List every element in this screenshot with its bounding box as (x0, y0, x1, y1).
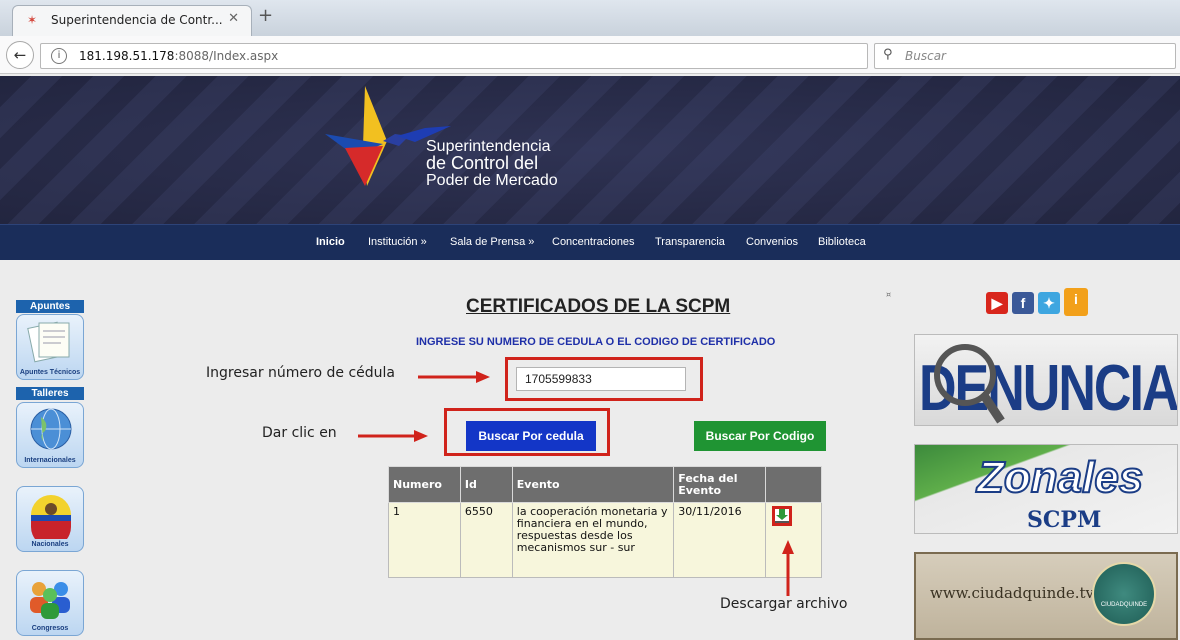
menu-item-inicio[interactable]: Inicio (316, 236, 345, 248)
apuntes-tecnicos-caption: Apuntes Técnicos (19, 369, 81, 376)
buscar-por-cedula-button[interactable]: Buscar Por cedula (466, 421, 596, 451)
arrow-up-icon (782, 540, 794, 596)
cell-fecha: 30/11/2016 (673, 502, 767, 578)
internacionales-tile[interactable]: Internacionales (16, 402, 84, 468)
browser-search-input[interactable]: ⚲ Buscar (874, 43, 1176, 69)
main-menu: Inicio Institución » Sala de Prensa » Co… (0, 224, 1180, 260)
menu-item-sala-de-prensa[interactable]: Sala de Prensa » (450, 236, 534, 248)
page: ✶ Superintendencia de Contr... ✕ + ← i 1… (0, 0, 1180, 640)
talleres-label: Talleres (16, 387, 84, 400)
table-row: 1 6550 la cooperación monetaria y financ… (388, 502, 822, 578)
ciudadquinde-logo-icon: CIUDADQUINDE (1092, 562, 1156, 626)
url-bar[interactable]: i 181.198.51.178:8088/Index.aspx ↻ (40, 43, 898, 69)
facebook-icon[interactable]: f (1012, 292, 1034, 314)
youtube-icon[interactable]: ▶ (986, 292, 1008, 314)
browser-tab-bar: ✶ Superintendencia de Contr... ✕ + (0, 0, 1180, 36)
ciudadquinde-logo-text: CIUDADQUINDE (1100, 602, 1148, 608)
back-button[interactable]: ← (6, 41, 34, 69)
menu-item-concentraciones[interactable]: Concentraciones (552, 236, 635, 248)
internacionales-caption: Internacionales (24, 457, 76, 464)
nacionales-caption: Nacionales (31, 541, 69, 548)
congresos-tile[interactable]: Congresos (16, 570, 84, 636)
zonales-banner[interactable]: Zonales SCPM (914, 444, 1178, 534)
url-path: :8088/Index.aspx (174, 49, 279, 63)
download-icon[interactable] (772, 506, 793, 526)
issuu-icon[interactable]: i (1064, 288, 1088, 316)
apuntes-label: Apuntes (16, 300, 84, 313)
browser-tab[interactable]: ✶ Superintendencia de Contr... ✕ (12, 5, 252, 36)
people-icon (30, 582, 70, 619)
hint-descargar-archivo: Descargar archivo (720, 596, 848, 612)
results-table: Numero Id Evento Fecha del Evento 1 6550… (388, 466, 822, 578)
header-numero: Numero (388, 466, 461, 503)
header-evento: Evento (511, 466, 675, 503)
cell-evento: la cooperación monetaria y financiera en… (511, 502, 675, 578)
url-host: 181.198.51.178 (79, 49, 175, 63)
menu-item-institucion[interactable]: Institución » (368, 236, 427, 248)
cedula-input[interactable]: 1705599833 (516, 367, 686, 391)
nacionales-tile[interactable]: Nacionales (16, 486, 84, 552)
favicon-icon: ✶ (27, 13, 38, 27)
zonales-subtext: SCPM (1027, 507, 1102, 533)
download-arrow-icon (775, 509, 790, 523)
ciudadquinde-banner[interactable]: www.ciudadquinde.tv CIUDADQUINDE (914, 552, 1178, 640)
site-logo-text: Superintendencia de Control del Poder de… (426, 138, 558, 189)
cell-id: 6550 (459, 502, 513, 578)
buscar-por-codigo-button[interactable]: Buscar Por Codigo (694, 421, 826, 451)
documents-icon (27, 321, 70, 363)
magnifier-icon (934, 344, 1005, 424)
site-banner: Superintendencia de Control del Poder de… (0, 76, 1180, 224)
new-tab-icon[interactable]: + (258, 7, 273, 25)
menu-item-transparencia[interactable]: Transparencia (655, 236, 725, 248)
congresos-caption: Congresos (31, 625, 69, 632)
instruction-text: INGRESE SU NUMERO DE CEDULA O EL CODIGO … (416, 336, 776, 348)
table-header-row: Numero Id Evento Fecha del Evento (388, 466, 822, 503)
arrow-right-icon (358, 430, 428, 442)
search-icon: ⚲ (883, 47, 893, 62)
small-marker-icon: ¤ (886, 290, 892, 299)
close-tab-icon[interactable]: ✕ (228, 11, 239, 26)
info-icon[interactable]: i (51, 48, 67, 64)
search-placeholder: Buscar (905, 49, 946, 63)
logo-line-2: de Control del (426, 153, 539, 173)
cell-numero: 1 (388, 502, 461, 578)
browser-nav-bar: ← i 181.198.51.178:8088/Index.aspx ↻ ⚲ B… (0, 36, 1180, 74)
page-title: CERTIFICADOS DE LA SCPM (466, 296, 731, 317)
arrow-right-icon (418, 371, 490, 383)
menu-item-biblioteca[interactable]: Biblioteca (818, 236, 866, 248)
hint-dar-clic: Dar clic en (262, 425, 337, 441)
globe-icon (30, 408, 72, 450)
tab-title: Superintendencia de Contr... (51, 13, 223, 27)
logo-line-3: Poder de Mercado (426, 172, 558, 189)
menu-item-convenios[interactable]: Convenios (746, 236, 798, 248)
header-download (765, 466, 822, 503)
ecuador-flag-icon (31, 495, 71, 547)
denuncias-banner[interactable]: DENUNCIAS (914, 334, 1178, 426)
hint-ingresar-cedula: Ingresar número de cédula (206, 365, 395, 381)
apuntes-tecnicos-tile[interactable]: Apuntes Técnicos (16, 314, 84, 380)
ciudadquinde-text: www.ciudadquinde.tv (930, 584, 1094, 602)
zonales-text: Zonales (976, 452, 1144, 503)
header-fecha: Fecha del Evento (673, 466, 767, 503)
url-text: 181.198.51.178:8088/Index.aspx (79, 49, 278, 63)
header-id: Id (459, 466, 513, 503)
twitter-icon[interactable]: ✦ (1038, 292, 1060, 314)
